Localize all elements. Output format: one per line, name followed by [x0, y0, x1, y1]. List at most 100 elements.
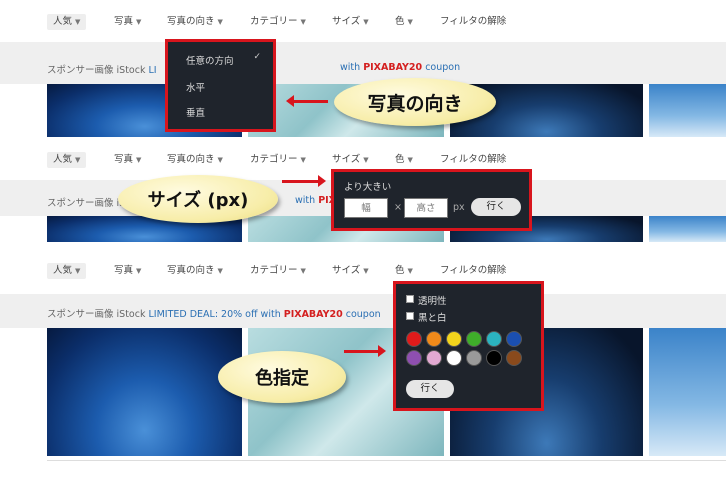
- filter-orientation-label: 写真の向き: [167, 154, 215, 165]
- image-thumb[interactable]: [649, 84, 726, 137]
- image-thumb[interactable]: [47, 328, 242, 456]
- image-thumb[interactable]: [649, 328, 726, 456]
- sponsor-text: スポンサー画像 iStock LIMITED DEAL: 20% off wit…: [47, 306, 381, 320]
- filter-photo[interactable]: 写真 ▼: [114, 152, 141, 168]
- panel-orientation: 人気 ▼ 写真 ▼ 写真の向き ▼ カテゴリー ▼ サイズ ▼ 色 ▼ フィルタの解除 スポ…: [0, 0, 726, 137]
- filter-clear[interactable]: フィルタの解除: [440, 152, 506, 168]
- sponsor-code: PIXABAY20: [283, 309, 343, 320]
- filter-category-label: カテゴリー: [250, 265, 298, 276]
- chevron-down-icon: ▼: [217, 267, 223, 275]
- color-swatch[interactable]: [426, 331, 442, 347]
- arrow-right-icon: [282, 175, 326, 187]
- sponsor-with: with: [340, 62, 361, 73]
- filter-color-label: 色: [395, 16, 405, 27]
- sponsor-prefix: スポンサー画像 iStock: [47, 65, 146, 76]
- filter-orientation-label: 写真の向き: [167, 265, 215, 276]
- orientation-option-horizontal[interactable]: 水平: [186, 80, 205, 94]
- sponsor-deal-link[interactable]: LIMITED DEAL: 20% off with: [148, 309, 280, 320]
- filter-orientation-label: 写真の向き: [167, 16, 215, 27]
- width-input[interactable]: [344, 198, 388, 218]
- filter-category-label: カテゴリー: [250, 16, 298, 27]
- chevron-down-icon: ▼: [217, 18, 223, 26]
- chevron-down-icon: ▼: [75, 156, 81, 164]
- bw-checkbox[interactable]: [406, 312, 414, 320]
- sponsor-code: PIXABAY20: [363, 62, 423, 73]
- height-input[interactable]: [404, 198, 448, 218]
- filter-color-label: 色: [395, 265, 405, 276]
- color-go-button[interactable]: 行く: [406, 380, 454, 398]
- image-thumb[interactable]: [649, 216, 726, 242]
- orientation-option-any[interactable]: 任意の方向: [186, 53, 234, 67]
- filter-photo[interactable]: 写真 ▼: [114, 263, 141, 279]
- sponsor-text-tail: with PIXABAY20 coupon: [340, 62, 460, 73]
- chevron-down-icon: ▼: [363, 267, 369, 275]
- filter-photo-label: 写真: [114, 265, 134, 276]
- size-go-button[interactable]: 行く: [471, 198, 521, 216]
- chevron-down-icon: ▼: [300, 156, 306, 164]
- filter-clear-label: フィルタの解除: [440, 16, 507, 27]
- times-sign: ×: [394, 202, 402, 213]
- filter-category[interactable]: カテゴリー ▼: [250, 263, 306, 279]
- color-swatch[interactable]: [406, 350, 422, 366]
- transparent-checkbox[interactable]: [406, 295, 414, 303]
- sponsor-link[interactable]: LI: [148, 65, 156, 76]
- filter-popular[interactable]: 人気 ▼: [47, 14, 87, 30]
- check-icon: ✓: [253, 52, 261, 62]
- sponsor-with: with: [295, 195, 316, 206]
- filter-toolbar: 人気 ▼ 写真 ▼ 写真の向き ▼ カテゴリー ▼ サイズ ▼ 色 ▼ フィルタの解除: [0, 246, 726, 288]
- chevron-down-icon: ▼: [407, 267, 413, 275]
- sponsor-text: スポンサー画像 iStock LI: [47, 62, 157, 76]
- color-swatch[interactable]: [506, 331, 522, 347]
- transparent-label: 透明性: [418, 296, 447, 307]
- chevron-down-icon: ▼: [407, 18, 413, 26]
- color-swatch[interactable]: [506, 350, 522, 366]
- chevron-down-icon: ▼: [300, 18, 306, 26]
- filter-clear[interactable]: フィルタの解除: [440, 14, 506, 30]
- filter-size[interactable]: サイズ ▼: [332, 14, 369, 30]
- filter-color[interactable]: 色 ▼: [395, 14, 413, 30]
- filter-orientation[interactable]: 写真の向き ▼: [167, 14, 223, 30]
- size-title: より大きい: [344, 182, 392, 193]
- filter-color[interactable]: 色 ▼: [395, 263, 413, 279]
- color-swatch[interactable]: [446, 331, 462, 347]
- color-swatch[interactable]: [426, 350, 442, 366]
- filter-photo-label: 写真: [114, 16, 134, 27]
- arrow-right-icon: [344, 345, 386, 357]
- size-dropdown: より大きい × px 行く: [334, 172, 529, 228]
- bw-label: 黒と白: [418, 313, 447, 324]
- filter-popular[interactable]: 人気 ▼: [47, 263, 87, 279]
- arrow-left-icon: [286, 95, 328, 107]
- chevron-down-icon: ▼: [75, 267, 81, 275]
- sponsor-coupon: coupon: [345, 309, 381, 320]
- divider: [47, 460, 726, 461]
- filter-toolbar: 人気 ▼ 写真 ▼ 写真の向き ▼ カテゴリー ▼ サイズ ▼ 色 ▼ フィルタの解除: [0, 0, 726, 42]
- filter-clear[interactable]: フィルタの解除: [440, 263, 506, 279]
- filter-popular[interactable]: 人気 ▼: [47, 152, 87, 168]
- filter-size-label: サイズ: [332, 154, 361, 165]
- filter-color[interactable]: 色 ▼: [395, 152, 413, 168]
- unit-label: px: [453, 202, 465, 213]
- filter-orientation[interactable]: 写真の向き ▼: [167, 263, 223, 279]
- color-swatch[interactable]: [486, 350, 502, 366]
- chevron-down-icon: ▼: [136, 156, 142, 164]
- sponsor-prefix: スポンサー画像 iStock: [47, 309, 146, 320]
- panel-color: 人気 ▼ 写真 ▼ 写真の向き ▼ カテゴリー ▼ サイズ ▼ 色 ▼ フィルタの解除 スポ…: [0, 246, 726, 479]
- color-swatch[interactable]: [466, 350, 482, 366]
- filter-category[interactable]: カテゴリー ▼: [250, 14, 306, 30]
- filter-size[interactable]: サイズ ▼: [332, 152, 369, 168]
- chevron-down-icon: ▼: [363, 156, 369, 164]
- color-swatch[interactable]: [466, 331, 482, 347]
- chevron-down-icon: ▼: [407, 156, 413, 164]
- filter-popular-label: 人気: [53, 265, 73, 276]
- color-swatch[interactable]: [486, 331, 502, 347]
- color-swatch[interactable]: [406, 331, 422, 347]
- chevron-down-icon: ▼: [75, 18, 81, 26]
- filter-size[interactable]: サイズ ▼: [332, 263, 369, 279]
- chevron-down-icon: ▼: [300, 267, 306, 275]
- filter-photo[interactable]: 写真 ▼: [114, 14, 141, 30]
- color-swatch[interactable]: [446, 350, 462, 366]
- chevron-down-icon: ▼: [363, 18, 369, 26]
- orientation-option-vertical[interactable]: 垂直: [186, 105, 205, 119]
- filter-category[interactable]: カテゴリー ▼: [250, 152, 306, 168]
- filter-orientation[interactable]: 写真の向き ▼: [167, 152, 223, 168]
